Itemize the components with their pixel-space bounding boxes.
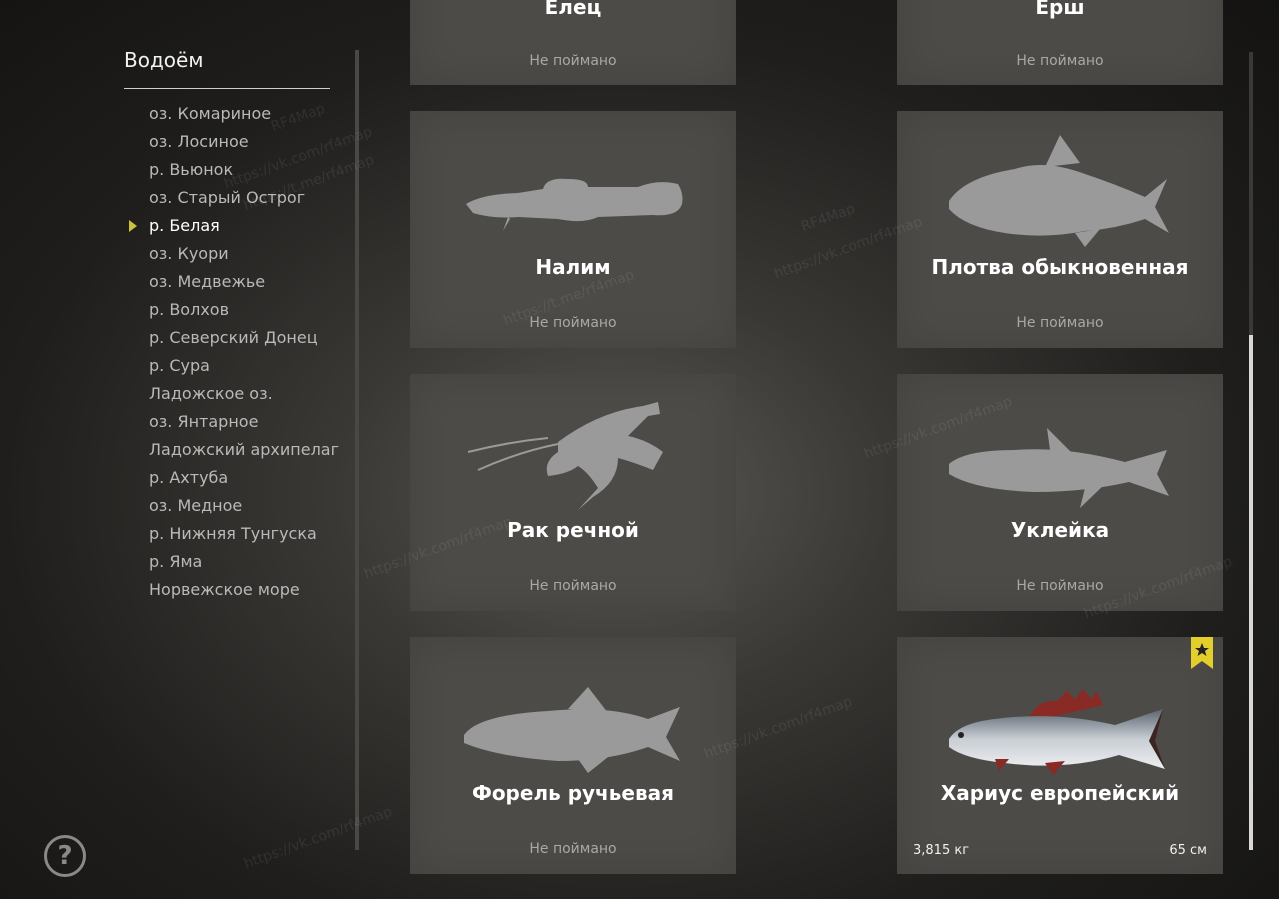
sidebar: Водоём оз. Комариное оз. Лосиное р. Вьюн… bbox=[0, 0, 360, 899]
lake-item-seversky-donets[interactable]: р. Северский Донец bbox=[149, 326, 339, 354]
lake-item-label: оз. Комариное bbox=[149, 104, 272, 123]
sidebar-divider bbox=[355, 50, 359, 850]
lake-item-yama[interactable]: р. Яма bbox=[149, 550, 339, 578]
fish-name: Ёрш bbox=[1035, 0, 1085, 19]
sidebar-title: Водоём bbox=[124, 48, 204, 72]
selected-arrow-icon bbox=[129, 220, 137, 232]
fish-status: Не поймано bbox=[529, 315, 617, 331]
fish-name: Елец bbox=[544, 0, 602, 19]
lake-item-label: оз. Медное bbox=[149, 496, 243, 515]
fish-name: Плотва обыкновенная bbox=[931, 255, 1189, 279]
lake-item-label: р. Ахтуба bbox=[149, 468, 229, 487]
lake-item-kuori[interactable]: оз. Куори bbox=[149, 242, 339, 270]
lake-list: оз. Комариное оз. Лосиное р. Вьюнок оз. … bbox=[129, 102, 339, 606]
fish-card-elets[interactable]: Елец Не поймано bbox=[410, 0, 736, 85]
fish-name: Хариус европейский bbox=[940, 781, 1180, 805]
lake-item-medvezhye[interactable]: оз. Медвежье bbox=[149, 270, 339, 298]
lake-item-label: р. Нижняя Тунгуска bbox=[149, 524, 317, 543]
scrollbar-thumb[interactable] bbox=[1249, 335, 1253, 850]
lake-item-nizhnyaya-tunguska[interactable]: р. Нижняя Тунгуска bbox=[149, 522, 339, 550]
lake-item-label: оз. Старый Острог bbox=[149, 188, 306, 207]
lake-item-label: Ладожский архипелаг bbox=[149, 440, 340, 459]
fish-status: Не поймано bbox=[529, 578, 617, 594]
fish-name: Форель ручьевая bbox=[471, 781, 674, 805]
help-button[interactable]: ? bbox=[44, 835, 86, 877]
lake-item-ladoga-archipelago[interactable]: Ладожский архипелаг bbox=[149, 438, 339, 466]
fish-card-ukleyka[interactable]: Уклейка Не поймано bbox=[897, 374, 1223, 611]
lake-item-label: оз. Куори bbox=[149, 244, 229, 263]
lake-item-label: р. Яма bbox=[149, 552, 203, 571]
favorite-bookmark-icon[interactable] bbox=[1191, 637, 1213, 669]
lake-item-label: Норвежское море bbox=[149, 580, 300, 599]
fish-card-yorsh[interactable]: Ёрш Не поймано bbox=[897, 0, 1223, 85]
fish-card-nalim[interactable]: Налим Не поймано bbox=[410, 111, 736, 348]
roach-silhouette-icon bbox=[949, 135, 1169, 247]
fish-card-plotva[interactable]: Плотва обыкновенная Не поймано bbox=[897, 111, 1223, 348]
fish-weight: 3,815 кг bbox=[913, 843, 970, 858]
fish-name: Уклейка bbox=[1010, 518, 1110, 542]
lake-item-label: р. Волхов bbox=[149, 300, 230, 319]
lake-item-label: р. Вьюнок bbox=[149, 160, 234, 179]
crayfish-silhouette-icon bbox=[467, 402, 663, 510]
lake-item-ladozhskoe[interactable]: Ладожское оз. bbox=[149, 382, 339, 410]
sidebar-title-underline bbox=[124, 88, 330, 89]
trout-silhouette-icon bbox=[464, 687, 680, 773]
lake-item-mednoe[interactable]: оз. Медное bbox=[149, 494, 339, 522]
lake-item-losinoe[interactable]: оз. Лосиное bbox=[149, 130, 339, 158]
fish-grid: Елец Не поймано Ёрш Не поймано Налим Не … bbox=[410, 0, 1223, 899]
lake-item-label: р. Северский Донец bbox=[149, 328, 318, 347]
fish-card-forel[interactable]: Форель ручьевая Не поймано bbox=[410, 637, 736, 874]
lake-item-label: оз. Медвежье bbox=[149, 272, 266, 291]
lake-item-label: Ладожское оз. bbox=[149, 384, 273, 403]
lake-item-komarinoe[interactable]: оз. Комариное bbox=[149, 102, 339, 130]
fish-status: Не поймано bbox=[529, 53, 617, 69]
lake-item-label: оз. Лосиное bbox=[149, 132, 249, 151]
lake-item-sura[interactable]: р. Сура bbox=[149, 354, 339, 382]
lake-item-yantarnoe[interactable]: оз. Янтарное bbox=[149, 410, 339, 438]
fish-name: Рак речной bbox=[507, 518, 639, 542]
lake-item-volkhov[interactable]: р. Волхов bbox=[149, 298, 339, 326]
fish-card-rak[interactable]: Рак речной Не поймано bbox=[410, 374, 736, 611]
lake-item-norwegian-sea[interactable]: Норвежское море bbox=[149, 578, 339, 606]
fish-name: Налим bbox=[535, 255, 611, 279]
lake-item-label: оз. Янтарное bbox=[149, 412, 259, 431]
fish-status: Не поймано bbox=[1016, 578, 1104, 594]
lake-item-label: р. Белая bbox=[149, 216, 220, 235]
lake-item-vyunok[interactable]: р. Вьюнок bbox=[149, 158, 339, 186]
fish-status: Не поймано bbox=[1016, 315, 1104, 331]
lake-item-label: р. Сура bbox=[149, 356, 210, 375]
lake-item-stary-ostrog[interactable]: оз. Старый Острог bbox=[149, 186, 339, 214]
lake-item-akhtuba[interactable]: р. Ахтуба bbox=[149, 466, 339, 494]
burbot-silhouette-icon bbox=[466, 178, 683, 231]
lake-item-belaya[interactable]: р. Белая bbox=[129, 214, 339, 242]
bleak-silhouette-icon bbox=[949, 428, 1169, 508]
fish-status: Не поймано bbox=[1016, 53, 1104, 69]
fish-card-harius[interactable]: Хариус европейский 3,815 кг 65 см bbox=[897, 637, 1223, 874]
fish-status: Не поймано bbox=[529, 841, 617, 857]
fish-length: 65 см bbox=[1169, 843, 1207, 858]
grayling-image-icon bbox=[949, 689, 1165, 775]
